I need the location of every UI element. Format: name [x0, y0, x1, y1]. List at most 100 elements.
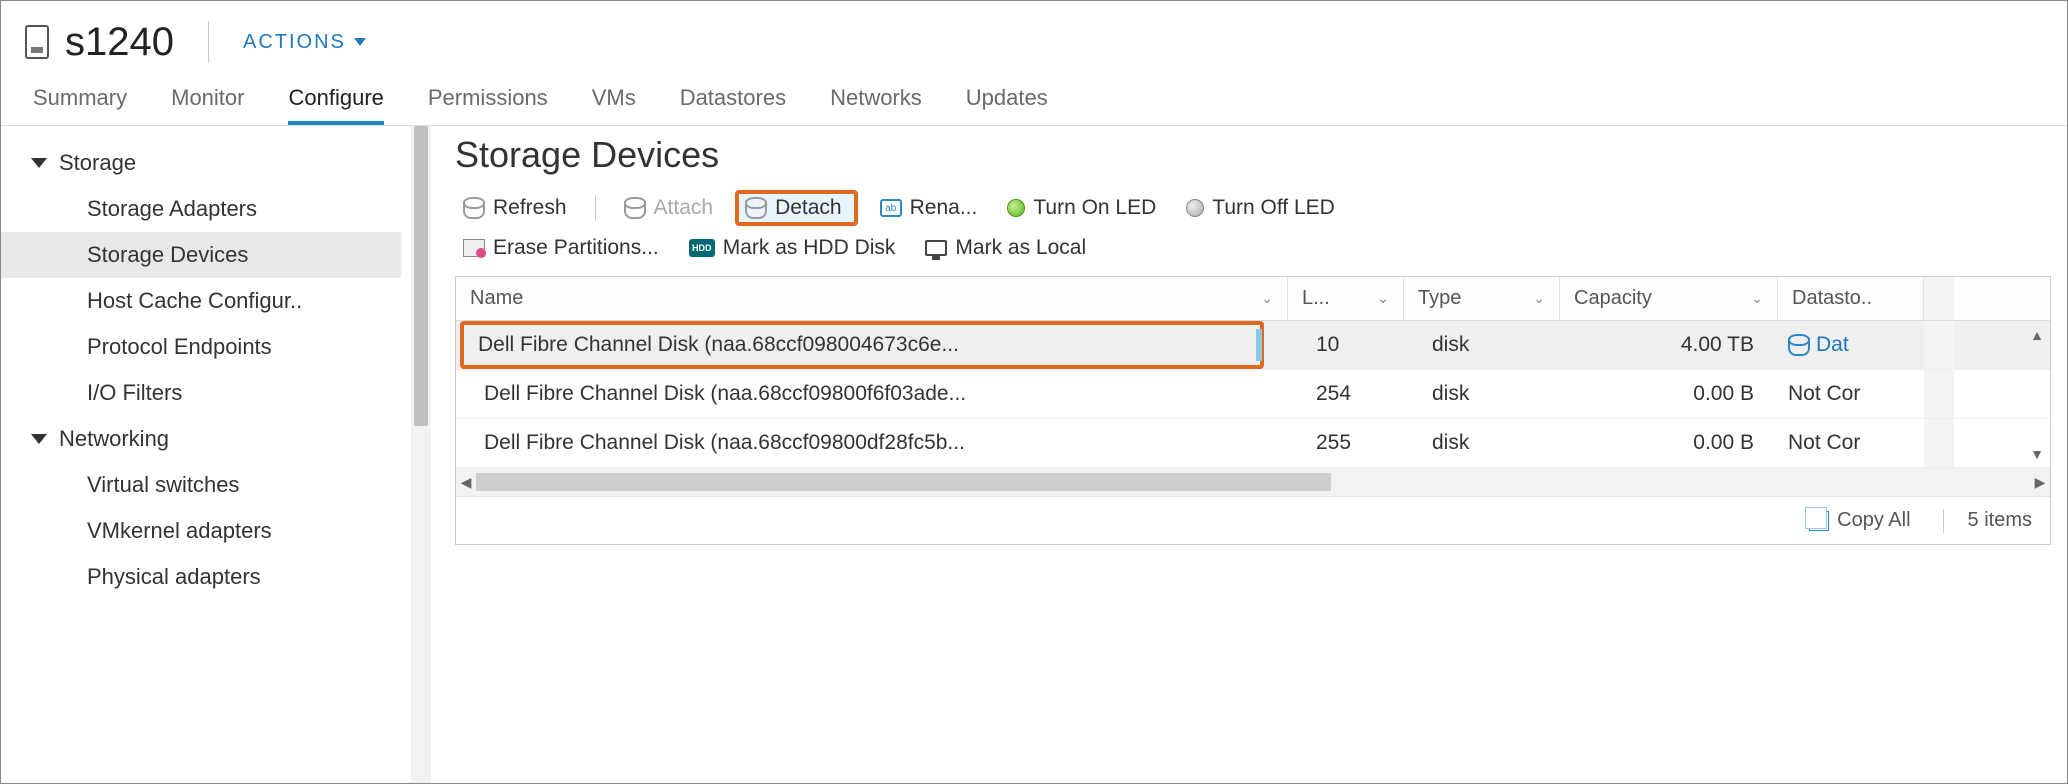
- col-header-capacity[interactable]: Capacity⌄: [1560, 277, 1778, 320]
- mark-hdd-label: Mark as HDD Disk: [723, 236, 896, 260]
- cell-lun: 254: [1288, 370, 1404, 418]
- cell-capacity: 0.00 B: [1560, 370, 1778, 418]
- table-row[interactable]: Dell Fibre Channel Disk (naa.68ccf098004…: [456, 321, 2050, 370]
- tree-item[interactable]: Storage Devices: [1, 232, 401, 278]
- mark-local-label: Mark as Local: [955, 236, 1086, 260]
- sidebar-scroll-thumb[interactable]: [414, 126, 428, 426]
- led-grey-icon: [1186, 199, 1204, 217]
- sort-icon: ⌄: [1751, 290, 1763, 307]
- hdd-icon: HDD: [689, 239, 715, 257]
- table-header: Name⌄ L...⌄ Type⌄ Capacity⌄ Datasto..: [456, 277, 2050, 321]
- scroll-track[interactable]: [476, 473, 2030, 491]
- tree-group-label: Networking: [59, 426, 169, 452]
- tree-item[interactable]: VMkernel adapters: [1, 508, 401, 554]
- turn-on-led-button[interactable]: Turn On LED: [999, 192, 1164, 224]
- scroll-down-icon[interactable]: ▼: [2030, 446, 2044, 462]
- turn-off-led-label: Turn Off LED: [1212, 196, 1335, 220]
- toolbar-separator: [595, 195, 596, 221]
- rename-button[interactable]: ab Rena...: [872, 192, 986, 224]
- cell-capacity: 4.00 TB: [1560, 321, 1778, 369]
- caret-down-icon: [31, 158, 47, 168]
- tab-monitor[interactable]: Monitor: [171, 85, 244, 125]
- copy-all-button[interactable]: Copy All: [1801, 505, 1918, 536]
- scroll-right-icon[interactable]: ▶: [2030, 474, 2050, 491]
- tree-group-storage[interactable]: Storage: [1, 140, 431, 186]
- chevron-down-icon: [354, 38, 366, 46]
- sidebar: StorageStorage AdaptersStorage DevicesHo…: [1, 126, 431, 784]
- sidebar-scrollbar[interactable]: [411, 126, 431, 784]
- host-icon: [25, 25, 49, 59]
- table-row[interactable]: Dell Fibre Channel Disk (naa.68ccf09800f…: [456, 370, 2050, 419]
- tab-networks[interactable]: Networks: [830, 85, 922, 125]
- tree-group-networking[interactable]: Networking: [1, 416, 431, 462]
- tab-summary[interactable]: Summary: [33, 85, 127, 125]
- col-type-label: Type: [1418, 287, 1461, 310]
- copy-icon: [1809, 511, 1829, 531]
- col-l-label: L...: [1302, 287, 1330, 310]
- item-count: 5 items: [1968, 509, 2032, 532]
- cell-datastore[interactable]: Dat: [1778, 321, 1924, 369]
- cell-type: disk: [1404, 419, 1560, 467]
- col-header-name[interactable]: Name⌄: [456, 277, 1288, 320]
- tree-item[interactable]: Physical adapters: [1, 554, 401, 600]
- col-header-lun[interactable]: L...⌄: [1288, 277, 1404, 320]
- tree-item[interactable]: Virtual switches: [1, 462, 401, 508]
- cell-lun: 255: [1288, 419, 1404, 467]
- table-body: ▲ ▼ Dell Fibre Channel Disk (naa.68ccf09…: [456, 321, 2050, 468]
- table-row[interactable]: Dell Fibre Channel Disk (naa.68ccf09800d…: [456, 419, 2050, 468]
- erase-icon: [463, 239, 485, 257]
- horizontal-scrollbar[interactable]: ◀ ▶: [456, 468, 2050, 496]
- scroll-up-icon[interactable]: ▲: [2030, 327, 2044, 343]
- rename-label: Rena...: [910, 196, 978, 220]
- mark-local-button[interactable]: Mark as Local: [917, 232, 1094, 264]
- sort-icon: ⌄: [1533, 290, 1545, 307]
- cell-name: Dell Fibre Channel Disk (naa.68ccf09800f…: [456, 370, 1288, 418]
- attach-label: Attach: [654, 196, 714, 220]
- col-header-type[interactable]: Type ⌄: [1404, 277, 1560, 320]
- cell-type: disk: [1404, 370, 1560, 418]
- actions-label: ACTIONS: [243, 31, 346, 54]
- cell-lun: 10: [1288, 321, 1404, 369]
- actions-menu[interactable]: ACTIONS: [243, 31, 366, 54]
- caret-down-icon: [31, 434, 47, 444]
- cell-name: Dell Fibre Channel Disk (naa.68ccf098004…: [456, 321, 1288, 369]
- monitor-icon: [925, 240, 947, 256]
- tab-updates[interactable]: Updates: [966, 85, 1048, 125]
- tree-item[interactable]: I/O Filters: [1, 370, 401, 416]
- row-scroll-gutter: [1924, 419, 1954, 467]
- tree-item[interactable]: Storage Adapters: [1, 186, 401, 232]
- turn-on-led-label: Turn On LED: [1033, 196, 1156, 220]
- detach-icon: [745, 197, 767, 219]
- col-header-datastore[interactable]: Datasto..: [1778, 277, 1924, 320]
- tree-item[interactable]: Protocol Endpoints: [1, 324, 401, 370]
- footer-separator: [1943, 509, 1944, 533]
- row-scroll-gutter: [1924, 321, 1954, 369]
- attach-icon: [624, 197, 646, 219]
- toolbar-row-1: Refresh Attach Detach ab Rena... Tur: [455, 190, 2051, 226]
- refresh-button[interactable]: Refresh: [455, 192, 575, 224]
- cell-datastore: Not Cor: [1778, 370, 1924, 418]
- erase-partitions-button[interactable]: Erase Partitions...: [455, 232, 667, 264]
- page: s1240 ACTIONS Summary Monitor Configure Per…: [0, 0, 2068, 784]
- cell-name: Dell Fibre Channel Disk (naa.68ccf09800d…: [456, 419, 1288, 467]
- tab-configure[interactable]: Configure: [288, 85, 383, 125]
- table-footer: Copy All 5 items: [456, 496, 2050, 544]
- turn-off-led-button[interactable]: Turn Off LED: [1178, 192, 1343, 224]
- rename-icon: ab: [880, 199, 902, 217]
- toolbar-row-2: Erase Partitions... HDD Mark as HDD Disk…: [455, 232, 2051, 264]
- tab-datastores[interactable]: Datastores: [680, 85, 786, 125]
- header-bar: s1240 ACTIONS: [1, 1, 2067, 71]
- datastore-icon: [1788, 334, 1810, 356]
- mark-hdd-button[interactable]: HDD Mark as HDD Disk: [681, 232, 904, 264]
- col-datastore-label: Datasto..: [1792, 287, 1872, 310]
- scroll-thumb[interactable]: [476, 473, 1331, 491]
- copy-all-label: Copy All: [1837, 509, 1910, 532]
- sort-icon: ⌄: [1261, 290, 1273, 307]
- cell-type: disk: [1404, 321, 1560, 369]
- tab-vms[interactable]: VMs: [592, 85, 636, 125]
- main-panel: Storage Devices Refresh Attach Detach ab: [431, 126, 2067, 784]
- tree-item[interactable]: Host Cache Configur..: [1, 278, 401, 324]
- detach-button[interactable]: Detach: [735, 190, 858, 226]
- scroll-left-icon[interactable]: ◀: [456, 474, 476, 491]
- tab-permissions[interactable]: Permissions: [428, 85, 548, 125]
